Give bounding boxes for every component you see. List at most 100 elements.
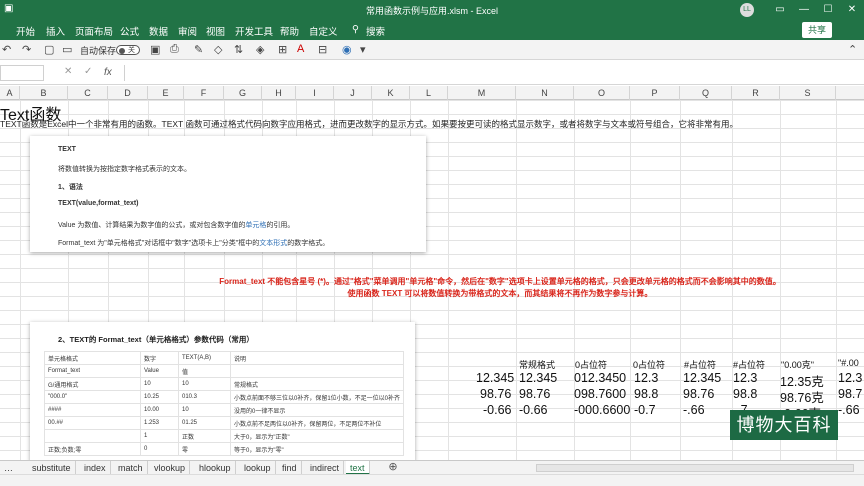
sheet-tab-match[interactable]: match — [114, 461, 148, 475]
macro-icon[interactable]: ◉ — [342, 43, 352, 56]
close-icon[interactable]: ✕ — [840, 0, 864, 20]
source-cell[interactable]: -0.66 — [483, 403, 512, 417]
column-caption[interactable]: 常规格式 — [519, 358, 555, 371]
col-header-h[interactable]: H — [262, 86, 296, 100]
result-cell[interactable]: -.66 — [683, 403, 705, 417]
tab-review[interactable]: 审阅 — [178, 24, 197, 38]
maximize-icon[interactable]: ☐ — [816, 0, 840, 20]
result-cell[interactable]: -000.6600 — [574, 403, 630, 417]
borders-icon[interactable]: ⊞ — [278, 43, 287, 56]
column-caption[interactable]: #占位符 — [684, 358, 716, 371]
result-cell[interactable]: 12.345 — [683, 371, 721, 385]
add-sheet-button[interactable]: ⊕ — [386, 461, 400, 475]
col-header-r[interactable]: R — [732, 86, 780, 100]
avatar[interactable]: LL — [740, 3, 754, 17]
search-box[interactable]: 搜索 — [366, 24, 385, 38]
function-icon[interactable]: fx — [104, 67, 112, 78]
column-caption[interactable]: 0占位符 — [633, 358, 665, 371]
col-header-j[interactable]: J — [334, 86, 372, 100]
name-box[interactable] — [0, 65, 44, 81]
col-header-g[interactable]: G — [224, 86, 262, 100]
card-heading: 2、TEXT的 Format_text（单元格格式）参数代码（常用） — [58, 335, 254, 344]
column-caption[interactable]: #占位符 — [733, 358, 765, 371]
enter-icon[interactable]: ✓ — [84, 66, 92, 77]
col-header-o[interactable]: O — [574, 86, 630, 100]
result-cell[interactable]: 98.7 — [838, 387, 862, 401]
ribbon-display-icon[interactable]: ▭ — [768, 0, 792, 20]
font-color-icon[interactable]: A — [297, 43, 304, 55]
result-cell[interactable]: -.66 — [838, 403, 860, 417]
card-value-desc: Value 为数值、计算结果为数字值的公式，或对包含数字值的单元格的引用。 — [58, 220, 294, 230]
col-header-l[interactable]: L — [410, 86, 448, 100]
col-header-q[interactable]: Q — [680, 86, 732, 100]
sheet-tab-substitute[interactable]: substitute — [28, 461, 76, 475]
open-folder-icon[interactable]: ▭ — [62, 43, 72, 56]
result-cell[interactable]: 98.8 — [634, 387, 658, 401]
col-header-c[interactable]: C — [68, 86, 108, 100]
fill-color-icon[interactable]: ◈ — [256, 43, 264, 56]
format-painter-icon[interactable]: ✎ — [194, 43, 203, 56]
col-header-e[interactable]: E — [148, 86, 184, 100]
tab-view[interactable]: 视图 — [206, 24, 225, 38]
save-icon[interactable]: ▣ — [150, 43, 160, 56]
result-cell[interactable]: -0.66 — [519, 403, 548, 417]
more-icon[interactable]: ▾ — [360, 43, 366, 56]
tab-home[interactable]: 开始 — [16, 24, 35, 38]
merge-icon[interactable]: ⊟ — [318, 43, 327, 56]
scroll-tabs-icon[interactable]: … — [0, 461, 17, 475]
tab-formulas[interactable]: 公式 — [120, 24, 139, 38]
col-header-n[interactable]: N — [516, 86, 574, 100]
table-cell: 10.00 — [140, 403, 179, 417]
tab-page-layout[interactable]: 页面布局 — [75, 24, 113, 38]
result-cell[interactable]: 12.345 — [519, 371, 557, 385]
col-header-d[interactable]: D — [108, 86, 148, 100]
result-cell[interactable]: -0.7 — [634, 403, 656, 417]
tab-help[interactable]: 帮助 — [280, 24, 299, 38]
collapse-ribbon-icon[interactable]: ⌃ — [848, 43, 857, 56]
clear-icon[interactable]: ◇ — [214, 43, 222, 56]
share-button[interactable]: 共享 — [802, 22, 833, 38]
col-header-a[interactable]: A — [0, 86, 20, 100]
tab-custom[interactable]: 自定义 — [309, 24, 338, 38]
col-header-s[interactable]: S — [780, 86, 836, 100]
redo-icon[interactable]: ↷ — [22, 43, 31, 56]
minimize-icon[interactable]: — — [792, 0, 816, 20]
sheet-tab-lookup[interactable]: lookup — [240, 461, 276, 475]
result-cell[interactable]: 98.76 — [683, 387, 714, 401]
undo-icon[interactable]: ↶ — [2, 43, 11, 56]
result-cell[interactable]: 098.7600 — [574, 387, 626, 401]
sheet-tab-text[interactable]: text — [346, 461, 370, 475]
result-cell[interactable]: 12.3 — [634, 371, 658, 385]
result-cell[interactable]: 012.3450 — [574, 371, 626, 385]
result-cell[interactable]: 98.76 — [519, 387, 550, 401]
result-cell[interactable]: 12.3 — [838, 371, 862, 385]
source-cell[interactable]: 98.76 — [480, 387, 511, 401]
sort-icon[interactable]: ⇅ — [234, 43, 243, 56]
column-caption[interactable]: 0占位符 — [575, 358, 607, 371]
new-file-icon[interactable]: ▢ — [44, 43, 54, 56]
col-header-b[interactable]: B — [20, 86, 68, 100]
column-caption[interactable]: "0.00克" — [781, 358, 814, 371]
print-preview-icon[interactable]: ⎙ — [170, 43, 179, 56]
formula-input[interactable] — [124, 65, 864, 81]
table-cell: 10 — [178, 377, 231, 391]
result-cell[interactable]: 98.8 — [733, 387, 757, 401]
cancel-icon[interactable]: ✕ — [64, 66, 72, 77]
col-header-p[interactable]: P — [630, 86, 680, 100]
col-header-i[interactable]: I — [296, 86, 334, 100]
sheet-tab-indirect[interactable]: indirect — [306, 461, 345, 475]
tab-data[interactable]: 数据 — [149, 24, 168, 38]
result-cell[interactable]: 12.3 — [733, 371, 757, 385]
tab-developer[interactable]: 开发工具 — [235, 24, 273, 38]
column-caption[interactable]: "#.00 — [838, 358, 859, 368]
source-cell[interactable]: 12.345 — [476, 371, 514, 385]
sheet-tab-find[interactable]: find — [278, 461, 302, 475]
horizontal-scrollbar[interactable] — [536, 464, 854, 472]
tab-insert[interactable]: 插入 — [46, 24, 65, 38]
col-header-f[interactable]: F — [184, 86, 224, 100]
sheet-tab-hlookup[interactable]: hlookup — [195, 461, 236, 475]
col-header-m[interactable]: M — [448, 86, 516, 100]
sheet-tab-index[interactable]: index — [80, 461, 111, 475]
col-header-k[interactable]: K — [372, 86, 410, 100]
sheet-tab-vlookup[interactable]: vlookup — [150, 461, 191, 475]
